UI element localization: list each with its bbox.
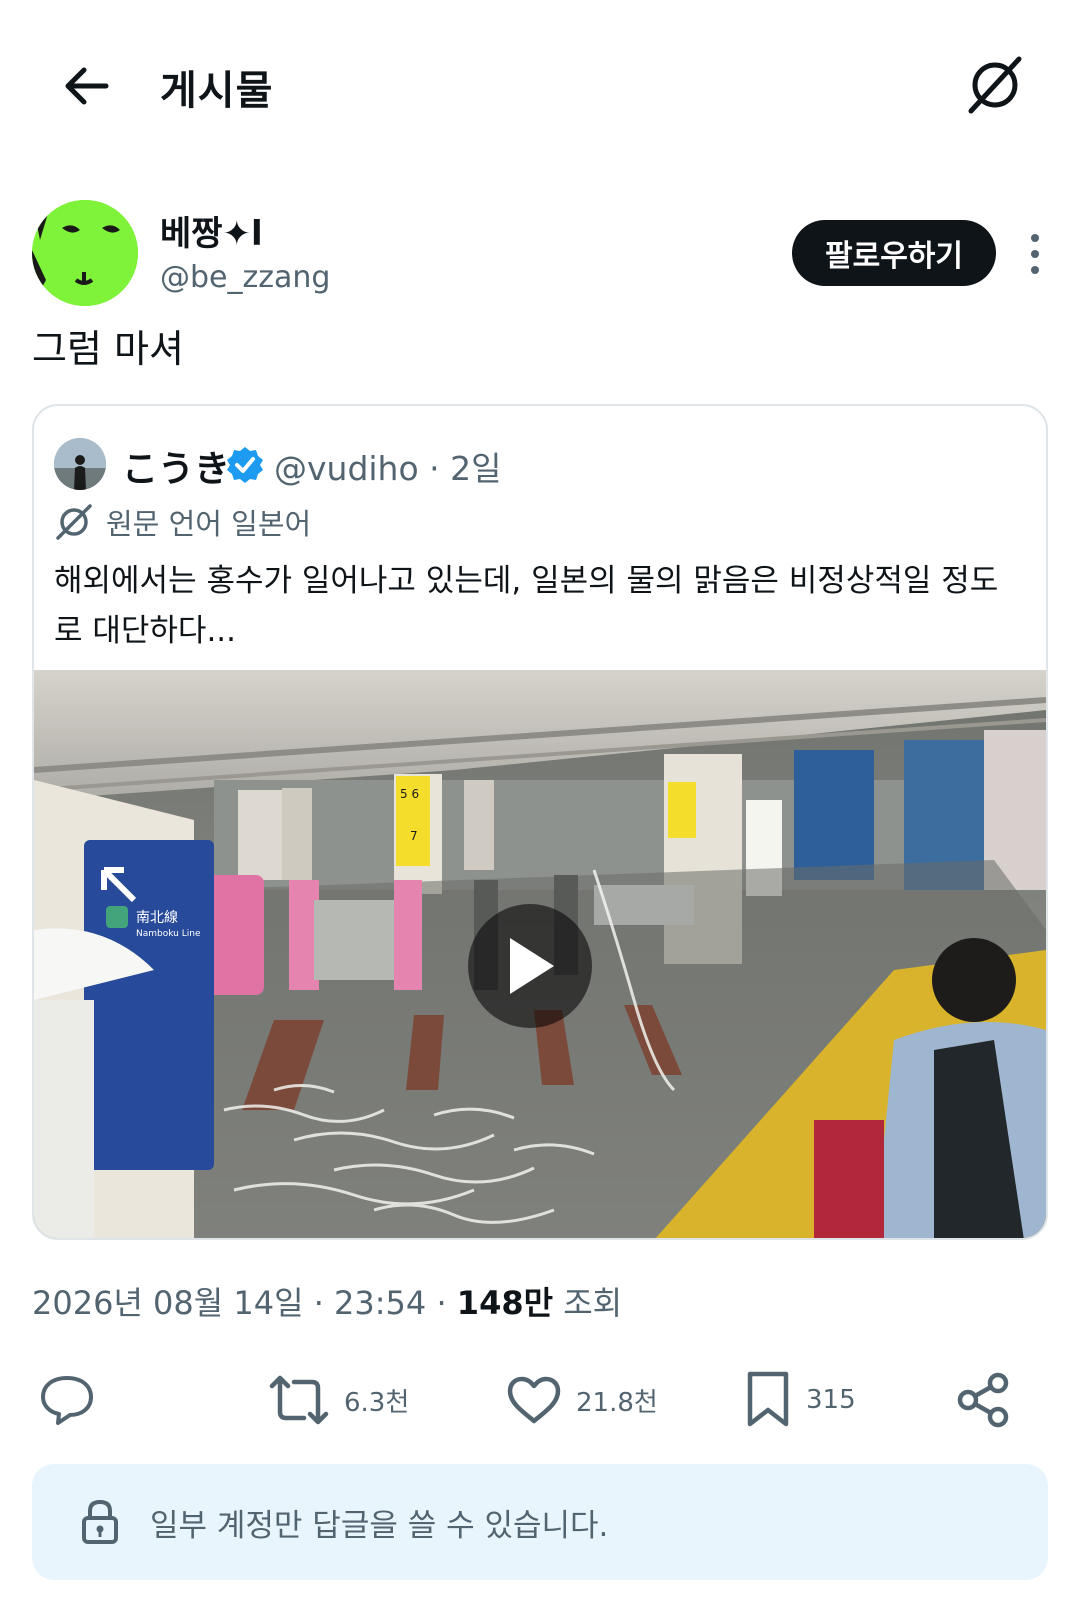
reply-icon xyxy=(41,1376,93,1425)
author-name[interactable]: 베짱✦l xyxy=(160,206,263,255)
translate-icon xyxy=(56,504,92,540)
share-icon xyxy=(957,1372,1009,1428)
post-author: 베짱✦l @be_zzang 팔로우하기 xyxy=(32,198,1048,308)
pillar-line-name: 南北線 xyxy=(136,910,178,926)
more-icon-dot xyxy=(1031,266,1039,274)
more-icon xyxy=(1031,234,1039,242)
heart-icon xyxy=(507,1376,561,1424)
top-bar: 게시물 xyxy=(0,0,1080,170)
follow-button[interactable]: 팔로우하기 xyxy=(792,220,996,286)
quote-author-name[interactable]: こうき xyxy=(122,440,230,492)
lock-icon xyxy=(82,1499,118,1544)
sign-number-top: 5 6 xyxy=(400,787,419,801)
quoted-post[interactable]: こうき @vudiho · 2일 원문 언어 일본어 해외에서는 홍수가 일어나… xyxy=(32,404,1048,1240)
more-icon-dot xyxy=(1031,250,1039,258)
bookmark-icon xyxy=(747,1371,789,1427)
pillar-line-sub: Namboku Line xyxy=(136,929,201,939)
translate-button[interactable] xyxy=(960,50,1030,120)
post-meta: 2026년 08월 14일 · 23:54 · 148만 조회 xyxy=(32,1278,622,1324)
post-datetime[interactable]: 2026년 08월 14일 · 23:54 · xyxy=(32,1284,447,1322)
quote-translation-note[interactable]: 원문 언어 일본어 xyxy=(54,498,311,546)
action-bar: 6.3천 21.8천 315 xyxy=(0,1360,1080,1440)
play-icon xyxy=(510,938,554,994)
translate-icon xyxy=(968,56,1022,114)
sign-number-bottom: 7 xyxy=(410,829,418,843)
view-label: 조회 xyxy=(563,1284,623,1322)
post-text: 그럼 마셔 xyxy=(32,327,184,371)
like-count: 21.8천 xyxy=(576,1387,658,1418)
retweet-count: 6.3천 xyxy=(344,1387,410,1418)
view-count: 148만 xyxy=(456,1284,554,1322)
quote-translation-label: 원문 언어 일본어 xyxy=(106,507,312,541)
share-button[interactable] xyxy=(956,1360,1012,1440)
quote-handle-time: @vudiho · 2일 xyxy=(274,449,502,488)
avatar[interactable] xyxy=(32,200,138,306)
page-title: 게시물 xyxy=(160,68,274,114)
like-button[interactable]: 21.8천 xyxy=(506,1360,658,1440)
back-button[interactable] xyxy=(56,56,116,116)
arrow-left-icon xyxy=(65,67,109,105)
reply-restriction-text: 일부 계정만 답글을 쓸 수 있습니다. xyxy=(150,1507,609,1544)
retweet-icon xyxy=(269,1375,329,1425)
reply-button[interactable] xyxy=(38,1360,96,1440)
author-handle[interactable]: @be_zzang xyxy=(160,260,330,295)
quote-avatar[interactable] xyxy=(54,438,106,490)
bookmark-count: 315 xyxy=(806,1385,856,1415)
retweet-button[interactable]: 6.3천 xyxy=(268,1360,409,1440)
play-button[interactable] xyxy=(468,904,592,1028)
reply-restriction-notice: 일부 계정만 답글을 쓸 수 있습니다. xyxy=(32,1464,1048,1580)
video-thumbnail[interactable]: 南北線 Namboku Line 5 6 7 xyxy=(34,670,1046,1238)
bookmark-button[interactable]: 315 xyxy=(744,1360,856,1440)
quote-text: 해외에서는 홍수가 일어나고 있는데, 일본의 물의 맑음은 비정상적일 정도로… xyxy=(54,563,999,649)
verified-badge-icon xyxy=(227,447,263,483)
more-options-button[interactable] xyxy=(1020,224,1050,284)
